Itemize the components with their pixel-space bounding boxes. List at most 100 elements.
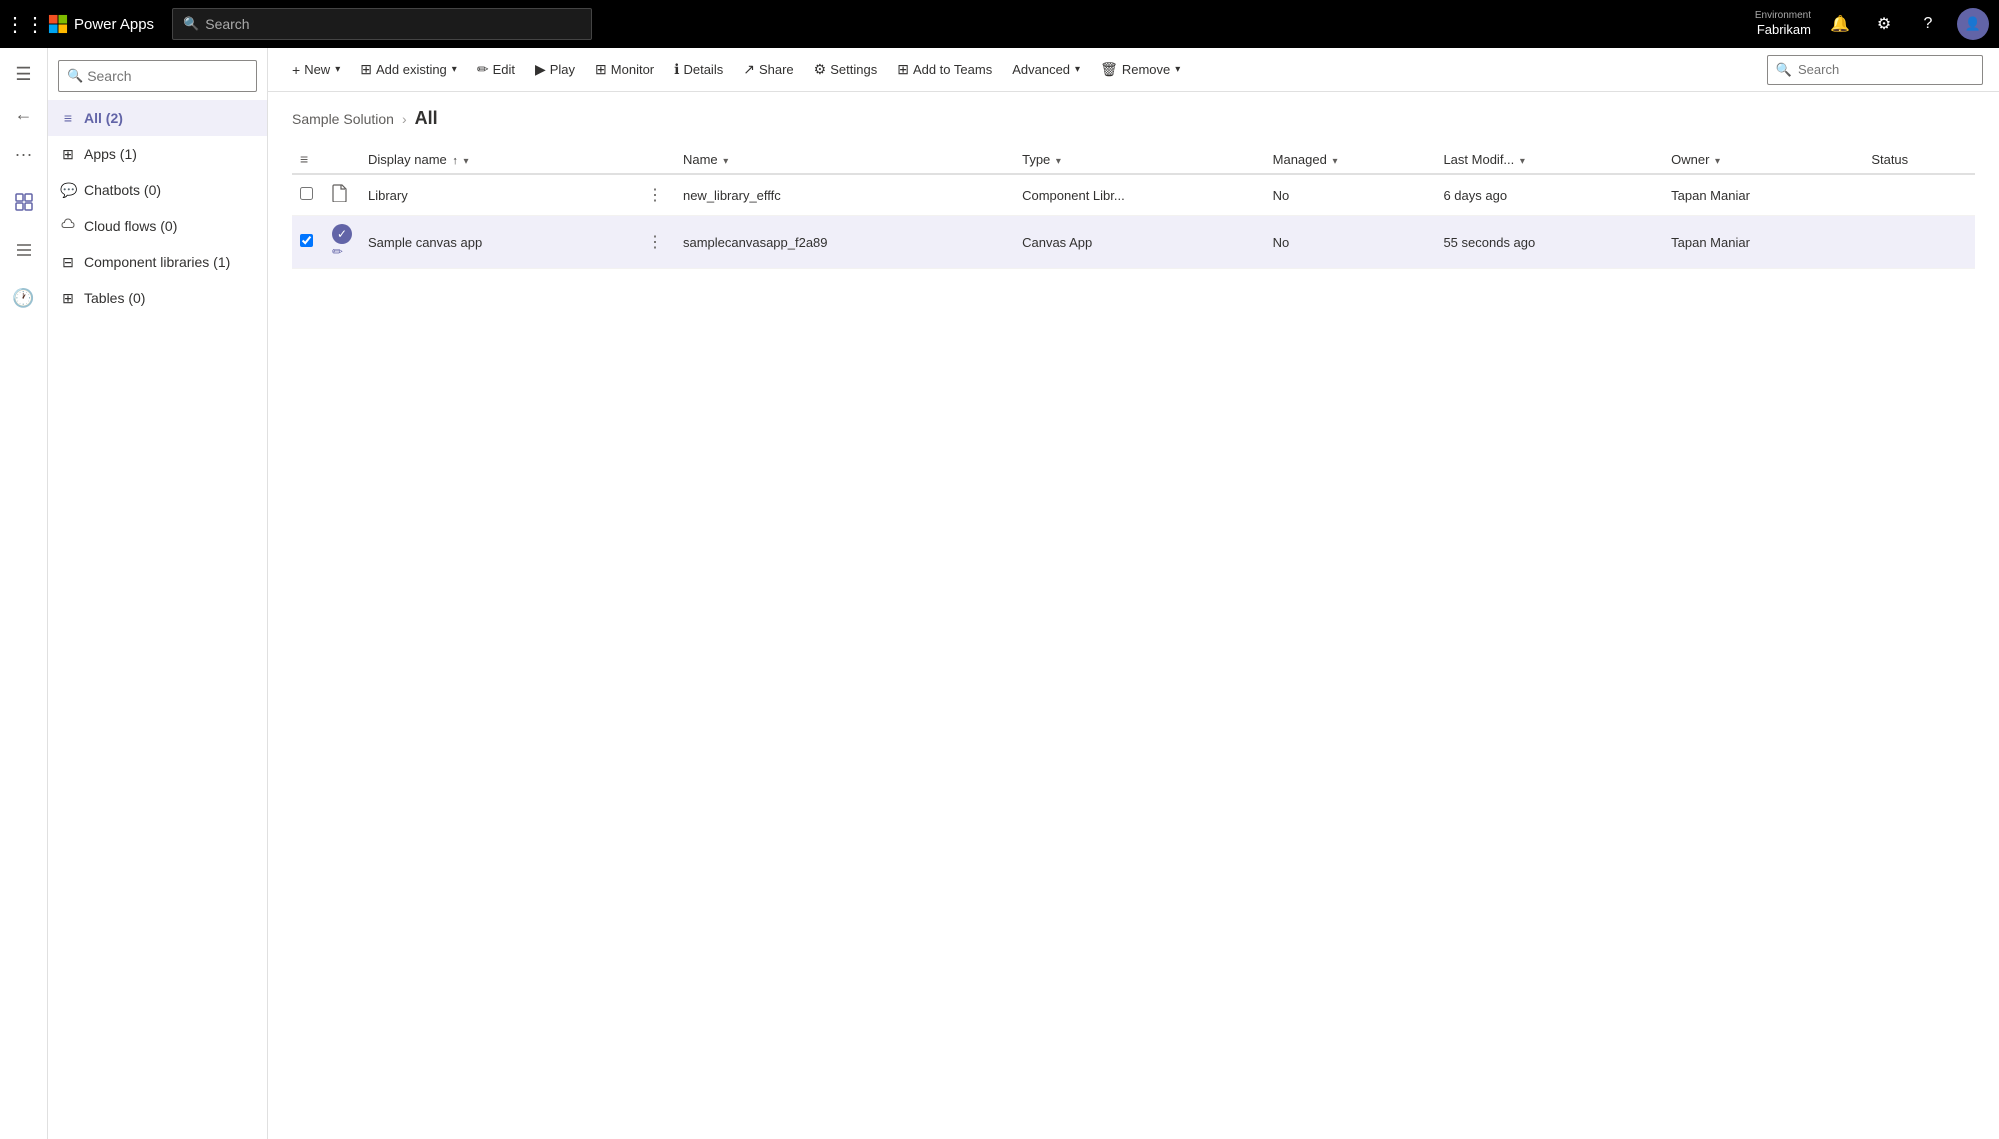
edit-button[interactable]: ✏ Edit xyxy=(469,54,523,86)
more-rail-button[interactable]: ··· xyxy=(6,136,42,172)
row-display-name: Library xyxy=(360,174,635,216)
sidebar-item-chatbots[interactable]: 💬 Chatbots (0) xyxy=(48,172,267,208)
settings-toolbar-icon: ⚙ xyxy=(814,61,827,78)
type-caret: ▾ xyxy=(1056,156,1061,167)
share-label: Share xyxy=(759,62,794,77)
sidebar: 🔍 ≡ All (2) ⊞ Apps (1) 💬 Chatbots (0) Cl… xyxy=(48,48,268,1139)
row-more-cell[interactable]: ⋮ xyxy=(635,216,675,269)
row-checkbox-cell[interactable] xyxy=(292,174,324,216)
sidebar-item-all[interactable]: ≡ All (2) xyxy=(48,100,267,136)
sidebar-item-apps[interactable]: ⊞ Apps (1) xyxy=(48,136,267,172)
search-icon: 🔍 xyxy=(183,16,199,32)
new-label: New xyxy=(304,62,330,77)
name-caret: ▾ xyxy=(723,156,728,167)
remove-label: Remove xyxy=(1122,62,1170,77)
sort-asc-icon: ↑ xyxy=(452,155,458,167)
hamburger-menu-button[interactable]: ☰ xyxy=(6,56,42,92)
remove-button[interactable]: 🗑 Remove ▾ xyxy=(1092,54,1188,86)
row-icon-cell: ✓✏ xyxy=(324,216,360,269)
column-header-name[interactable]: Name ▾ xyxy=(675,145,1014,174)
content-body: Sample Solution › All ≡ Display name ↑ xyxy=(268,92,1999,1139)
row-doc-icon xyxy=(332,189,348,206)
advanced-button[interactable]: Advanced ▾ xyxy=(1004,54,1088,86)
table-row[interactable]: Library ⋮ new_library_efffc Component Li… xyxy=(292,174,1975,216)
breadcrumb-separator: › xyxy=(402,111,407,127)
share-button[interactable]: ↗ Share xyxy=(735,54,801,86)
edit-icon: ✏ xyxy=(477,61,489,78)
settings-toolbar-button[interactable]: ⚙ Settings xyxy=(806,54,886,86)
add-existing-label: Add existing xyxy=(376,62,447,77)
add-existing-button[interactable]: ⊞ Add existing ▾ xyxy=(352,54,465,86)
new-caret: ▾ xyxy=(335,64,340,75)
new-icon: + xyxy=(292,62,300,78)
recent-rail-button[interactable]: 🕐 xyxy=(6,280,42,316)
play-icon: ▶ xyxy=(535,61,546,78)
notifications-button[interactable]: 🔔 xyxy=(1825,9,1855,39)
column-header-status: Status xyxy=(1863,145,1975,174)
row-checkbox[interactable] xyxy=(300,234,313,247)
monitor-icon: ⊞ xyxy=(595,61,607,78)
advanced-label: Advanced xyxy=(1012,62,1070,77)
content-area: + New ▾ ⊞ Add existing ▾ ✏ Edit ▶ Play ⊞… xyxy=(268,48,1999,1139)
help-button[interactable]: ? xyxy=(1913,9,1943,39)
sidebar-item-component-libraries[interactable]: ⊟ Component libraries (1) xyxy=(48,244,267,280)
details-icon: ℹ xyxy=(674,61,679,78)
breadcrumb-parent[interactable]: Sample Solution xyxy=(292,111,394,127)
flows-rail-button[interactable] xyxy=(6,232,42,268)
back-button[interactable]: ← xyxy=(6,96,42,132)
last-modified-caret: ▾ xyxy=(1520,156,1525,167)
sidebar-item-cloud-flows[interactable]: Cloud flows (0) xyxy=(48,208,267,244)
row-type: Canvas App xyxy=(1014,216,1265,269)
sidebar-item-apps-label: Apps (1) xyxy=(84,146,255,162)
sidebar-search-input[interactable] xyxy=(87,68,248,84)
row-name: samplecanvasapp_f2a89 xyxy=(675,216,1014,269)
global-search-bar[interactable]: 🔍 Search xyxy=(172,8,592,40)
row-managed: No xyxy=(1265,216,1436,269)
cloud-flows-icon xyxy=(60,218,76,235)
row-selected-icon: ✓ xyxy=(332,224,352,244)
chatbots-icon: 💬 xyxy=(60,182,76,199)
app-name: Power Apps xyxy=(74,16,154,33)
add-to-teams-button[interactable]: ⊞ Add to Teams xyxy=(889,54,1000,86)
row-more-button[interactable]: ⋮ xyxy=(643,183,667,207)
add-existing-caret: ▾ xyxy=(452,64,457,75)
row-more-button[interactable]: ⋮ xyxy=(643,230,667,254)
data-table: ≡ Display name ↑ ▾ Name ▾ xyxy=(292,145,1975,269)
environment-info: Environment Fabrikam xyxy=(1755,9,1811,39)
add-existing-icon: ⊞ xyxy=(360,61,372,78)
play-button[interactable]: ▶ Play xyxy=(527,54,583,86)
sidebar-item-tables-label: Tables (0) xyxy=(84,290,255,306)
column-header-owner[interactable]: Owner ▾ xyxy=(1663,145,1863,174)
column-header-type[interactable]: Type ▾ xyxy=(1014,145,1265,174)
waffle-menu-button[interactable]: ⋮⋮ xyxy=(10,9,40,39)
add-to-teams-icon: ⊞ xyxy=(897,61,909,78)
row-checkbox[interactable] xyxy=(300,187,313,200)
row-more-cell[interactable]: ⋮ xyxy=(635,174,675,216)
display-name-caret: ▾ xyxy=(464,156,469,167)
breadcrumb: Sample Solution › All xyxy=(292,108,1975,129)
select-all-icon: ≡ xyxy=(300,151,308,167)
solutions-button[interactable] xyxy=(6,184,42,220)
tables-icon: ⊞ xyxy=(60,290,76,307)
new-button[interactable]: + New ▾ xyxy=(284,54,348,86)
toolbar-search-input[interactable] xyxy=(1798,62,1974,77)
toolbar-search[interactable]: 🔍 xyxy=(1767,55,1983,85)
sidebar-search-container[interactable]: 🔍 xyxy=(58,60,257,92)
sidebar-item-component-libraries-label: Component libraries (1) xyxy=(84,254,255,270)
column-header-last-modified[interactable]: Last Modif... ▾ xyxy=(1435,145,1663,174)
sidebar-item-tables[interactable]: ⊞ Tables (0) xyxy=(48,280,267,316)
table-row[interactable]: ✓✏ Sample canvas app ⋮ samplecanvasapp_f… xyxy=(292,216,1975,269)
add-to-teams-label: Add to Teams xyxy=(913,62,992,77)
settings-label: Settings xyxy=(830,62,877,77)
column-header-display-name[interactable]: Display name ↑ ▾ xyxy=(360,145,635,174)
row-managed: No xyxy=(1265,174,1436,216)
owner-caret: ▾ xyxy=(1715,156,1720,167)
settings-button[interactable]: ⚙ xyxy=(1869,9,1899,39)
details-label: Details xyxy=(683,62,723,77)
profile-button[interactable]: 👤 xyxy=(1957,8,1989,40)
column-header-managed[interactable]: Managed ▾ xyxy=(1265,145,1436,174)
details-button[interactable]: ℹ Details xyxy=(666,54,731,86)
row-checkbox-cell[interactable] xyxy=(292,216,324,269)
monitor-button[interactable]: ⊞ Monitor xyxy=(587,54,662,86)
column-header-check[interactable]: ≡ xyxy=(292,145,324,174)
